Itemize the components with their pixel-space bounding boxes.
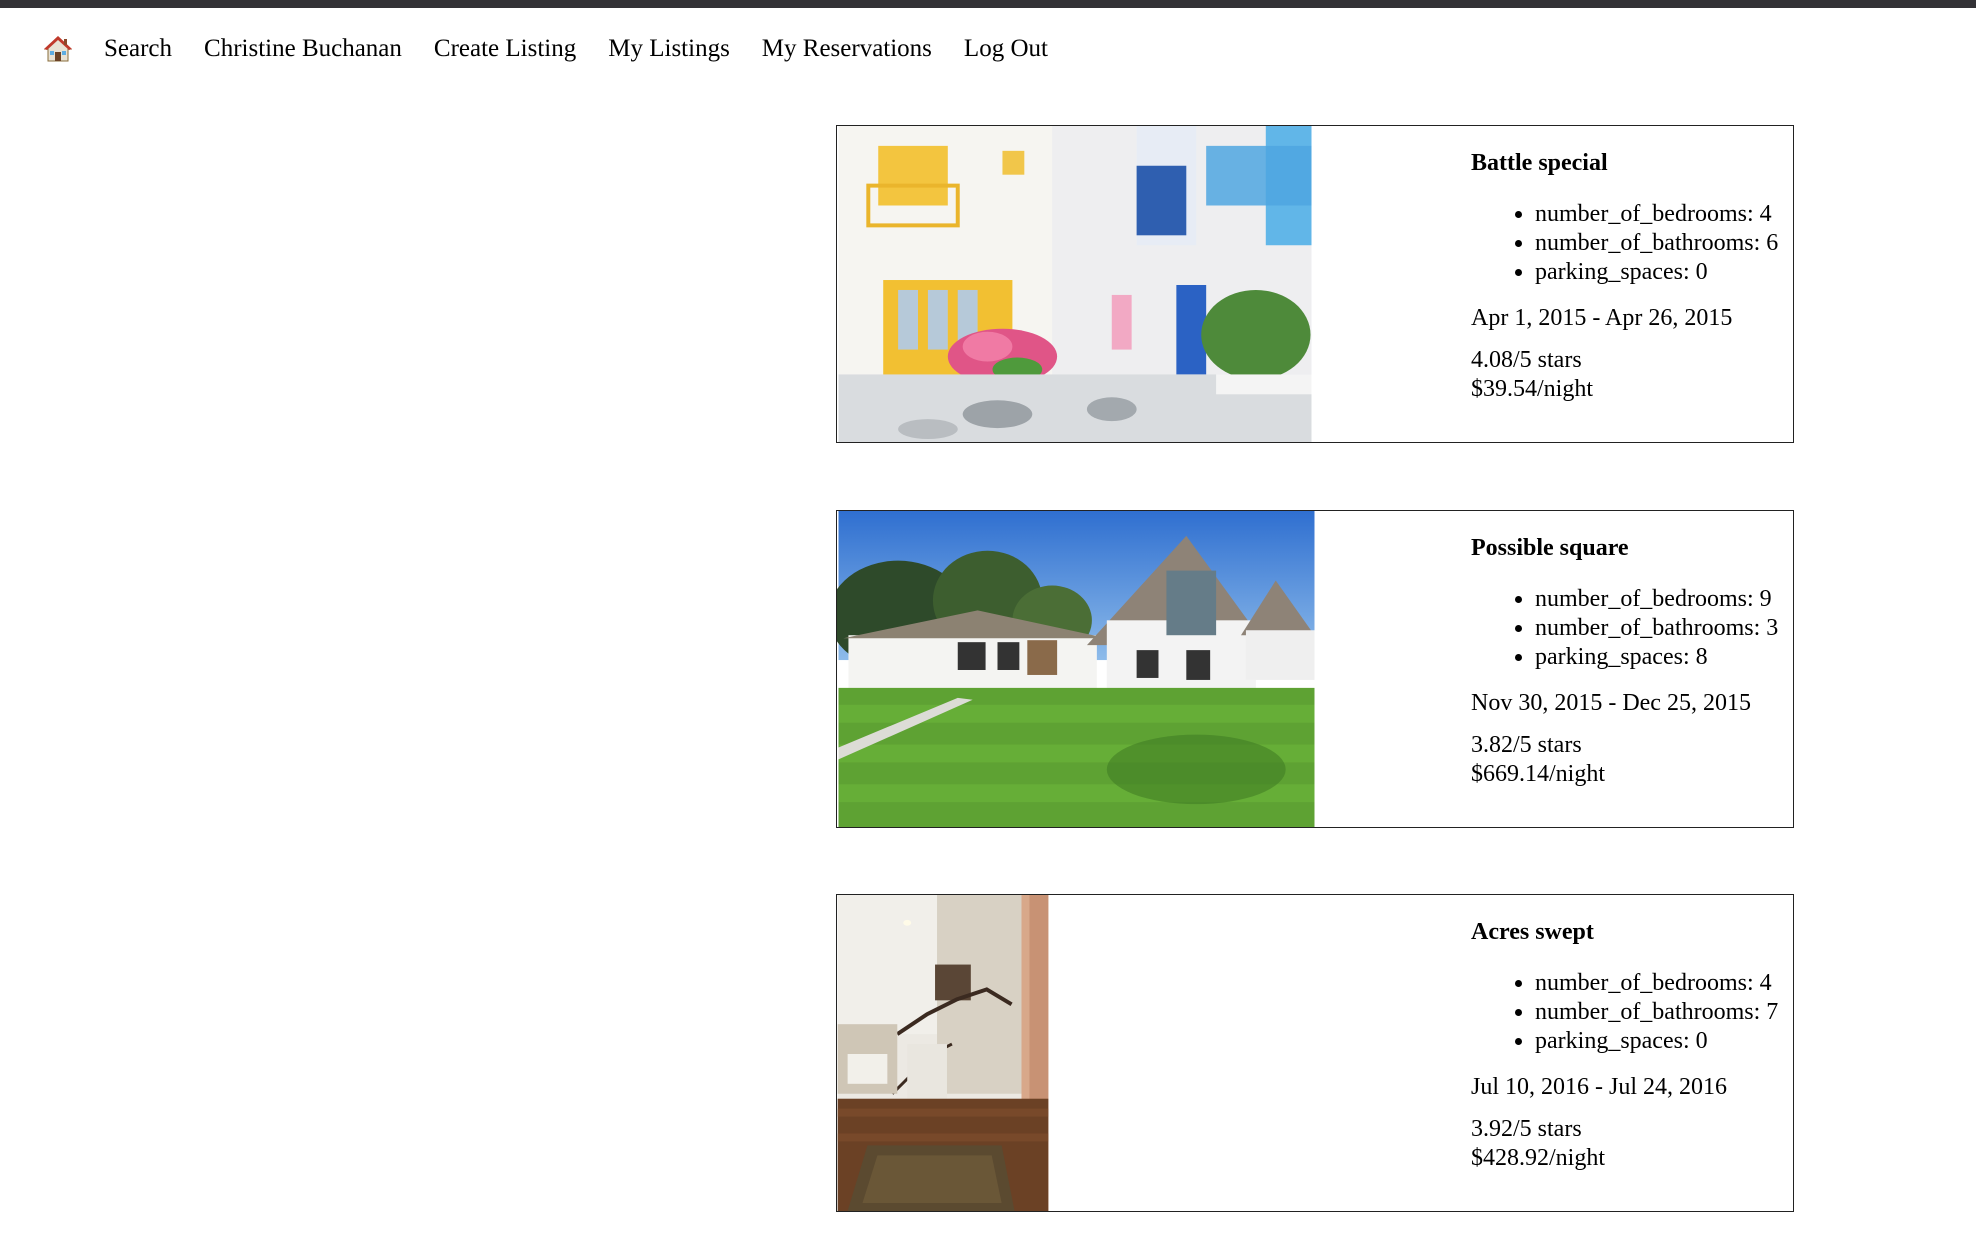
nav-my-listings[interactable]: My Listings (608, 34, 730, 64)
detail-parking: parking_spaces: 8 (1535, 643, 1778, 672)
main-nav: Search Christine Buchanan Create Listing… (43, 34, 1080, 64)
listing-dates: Apr 1, 2015 - Apr 26, 2015 (1471, 305, 1733, 331)
listing-details: number_of_bedrooms: 4 number_of_bathroom… (1471, 200, 1778, 287)
nav-search[interactable]: Search (104, 34, 172, 64)
listing-price: $428.92/night (1471, 1145, 1606, 1171)
detail-bathrooms: number_of_bathrooms: 6 (1535, 229, 1778, 258)
listing-info: Battle special number_of_bedrooms: 4 num… (1471, 148, 1778, 404)
listing-photo (838, 126, 1312, 442)
listing-card[interactable]: Acres swept number_of_bedrooms: 4 number… (836, 894, 1794, 1212)
listing-rating: 3.82/5 stars (1471, 732, 1582, 758)
nav-my-reservations[interactable]: My Reservations (762, 34, 932, 64)
listing-photo (837, 895, 1049, 1211)
nav-user-profile[interactable]: Christine Buchanan (204, 34, 402, 64)
nav-log-out[interactable]: Log Out (964, 34, 1048, 64)
listing-price: $669.14/night (1471, 761, 1606, 787)
detail-parking: parking_spaces: 0 (1535, 1027, 1778, 1056)
detail-bedrooms: number_of_bedrooms: 4 (1535, 969, 1778, 998)
detail-bathrooms: number_of_bathrooms: 7 (1535, 998, 1778, 1027)
listing-dates: Nov 30, 2015 - Dec 25, 2015 (1471, 690, 1751, 716)
listing-info: Possible square number_of_bedrooms: 9 nu… (1471, 533, 1778, 789)
listing-title: Battle special (1471, 150, 1608, 176)
house-icon[interactable] (43, 34, 73, 64)
listing-dates: Jul 10, 2016 - Jul 24, 2016 (1471, 1074, 1728, 1100)
listing-title: Possible square (1471, 535, 1629, 561)
listing-photo (837, 511, 1315, 827)
nav-create-listing[interactable]: Create Listing (434, 34, 576, 64)
listing-info: Acres swept number_of_bedrooms: 4 number… (1471, 917, 1778, 1173)
listing-price: $39.54/night (1471, 376, 1594, 402)
detail-bathrooms: number_of_bathrooms: 3 (1535, 614, 1778, 643)
listing-title: Acres swept (1471, 919, 1594, 945)
listing-rating: 3.92/5 stars (1471, 1116, 1582, 1142)
listing-card[interactable]: Battle special number_of_bedrooms: 4 num… (836, 125, 1794, 443)
detail-bedrooms: number_of_bedrooms: 4 (1535, 200, 1778, 229)
listing-details: number_of_bedrooms: 4 number_of_bathroom… (1471, 969, 1778, 1056)
listing-card[interactable]: Possible square number_of_bedrooms: 9 nu… (836, 510, 1794, 828)
browser-top-strip (0, 0, 1976, 8)
detail-parking: parking_spaces: 0 (1535, 258, 1778, 287)
detail-bedrooms: number_of_bedrooms: 9 (1535, 585, 1778, 614)
listing-details: number_of_bedrooms: 9 number_of_bathroom… (1471, 585, 1778, 672)
listing-rating: 4.08/5 stars (1471, 347, 1582, 373)
